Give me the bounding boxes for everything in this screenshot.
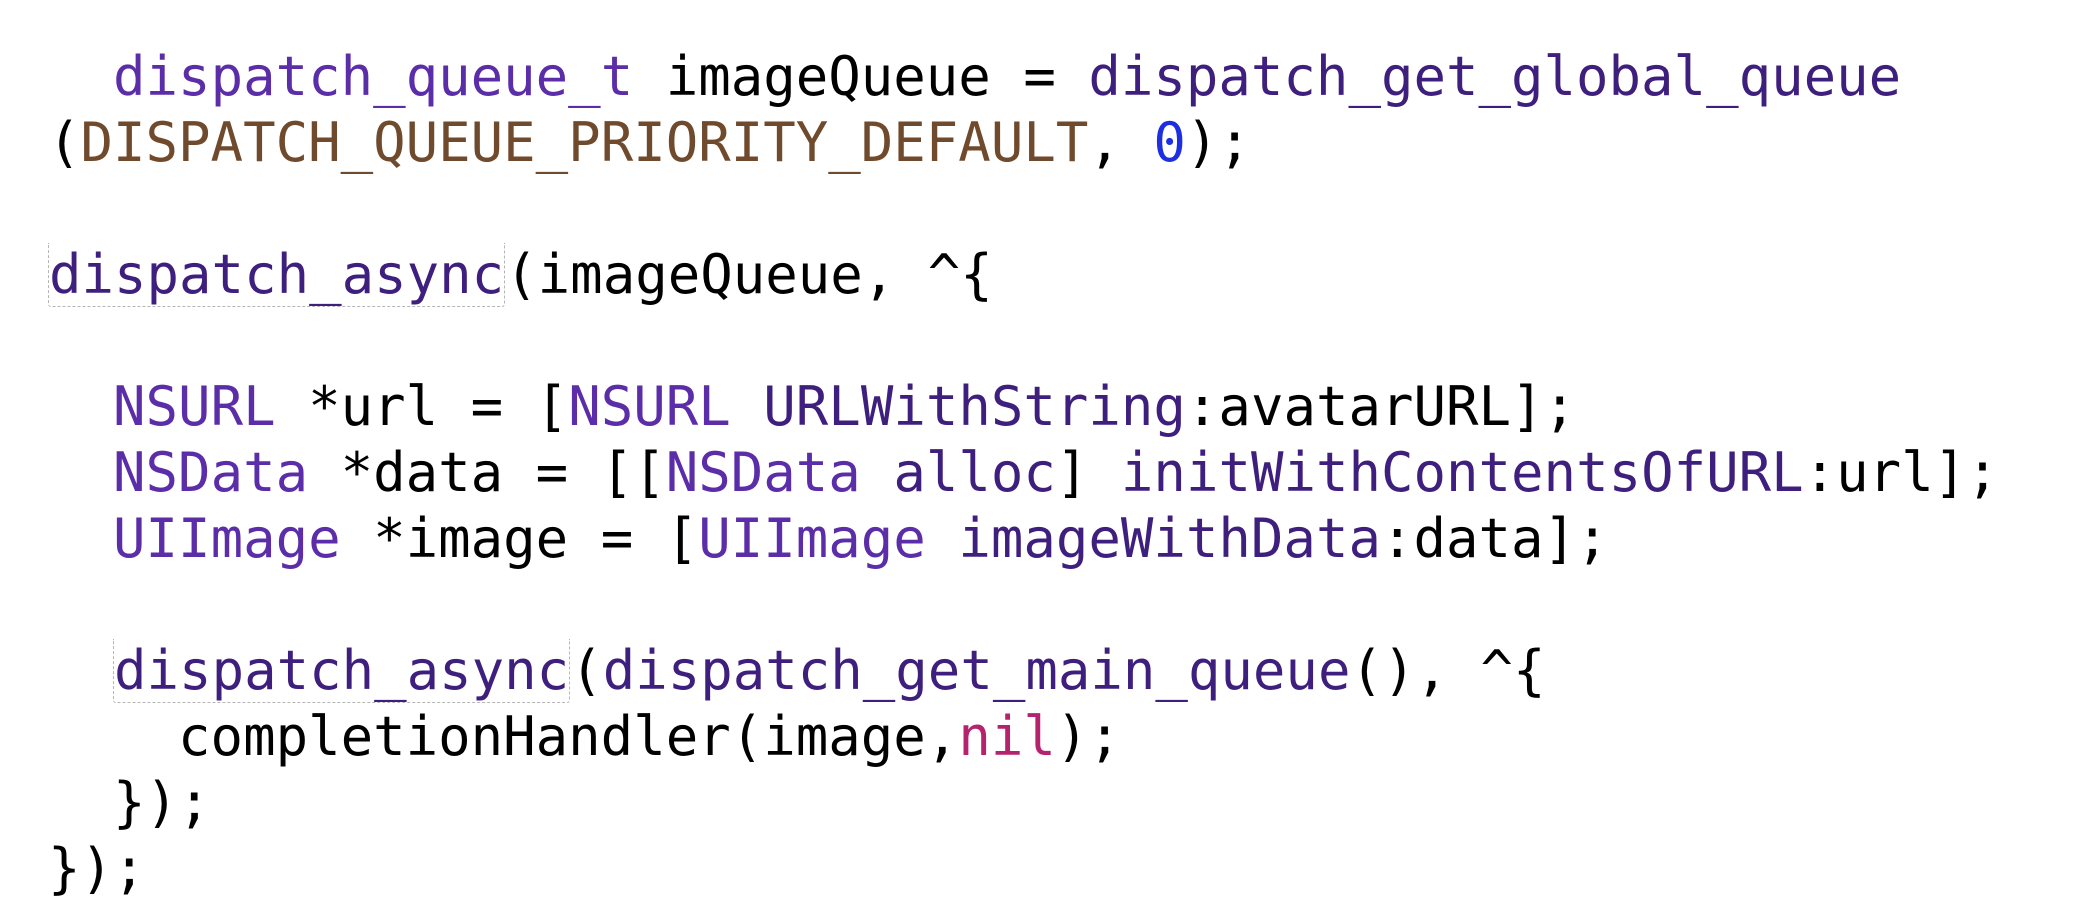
code-line: });	[48, 770, 1999, 836]
code-token-type: NSData	[113, 441, 309, 504]
code-token-function: imageWithData	[958, 507, 1381, 570]
code-token-type: UIImage	[113, 507, 341, 570]
code-token-plain: );	[1055, 705, 1121, 768]
code-token-plain: :avatarURL];	[1185, 375, 1577, 438]
code-line: dispatch_async(imageQueue, ^{	[48, 242, 1999, 308]
code-line: dispatch_async(dispatch_get_main_queue()…	[48, 638, 1999, 704]
code-token-plain: (	[48, 111, 81, 174]
code-token-plain: (), ^{	[1350, 639, 1546, 702]
code-block[interactable]: dispatch_queue_t imageQueue = dispatch_g…	[48, 44, 1999, 902]
code-token-plain: });	[48, 837, 146, 900]
code-token-function: dispatch_get_global_queue	[1088, 45, 1902, 108]
code-token-plain: :url];	[1803, 441, 1999, 504]
code-token-number: 0	[1153, 111, 1186, 174]
code-token-plain: *data = [[	[308, 441, 666, 504]
code-token-plain: ,	[1088, 111, 1154, 174]
code-line: completionHandler(image,nil);	[48, 704, 1999, 770]
code-token-function: alloc	[893, 441, 1056, 504]
code-editor[interactable]: dispatch_queue_t imageQueue = dispatch_g…	[0, 0, 2098, 906]
code-token-function: dispatch_async	[113, 639, 571, 703]
code-token-plain: );	[1185, 111, 1251, 174]
code-line: NSURL *url = [NSURL URLWithString:avatar…	[48, 374, 1999, 440]
code-token-function: dispatch_async	[48, 243, 506, 307]
code-token-function: initWithContentsOfURL	[1120, 441, 1804, 504]
code-line: NSData *data = [[NSData alloc] initWithC…	[48, 440, 1999, 506]
code-token-type: NSURL	[568, 375, 731, 438]
code-token-plain: *url = [	[275, 375, 569, 438]
code-token-type: NSURL	[113, 375, 276, 438]
code-token-macro: DISPATCH_QUEUE_PRIORITY_DEFAULT	[80, 111, 1089, 174]
code-token-function: dispatch_get_main_queue	[602, 639, 1351, 702]
code-token-plain: *image = [	[340, 507, 699, 570]
code-token-keyword: nil	[958, 705, 1056, 768]
code-line: dispatch_queue_t imageQueue = dispatch_g…	[48, 44, 1999, 110]
code-token-plain: (imageQueue, ^{	[505, 243, 993, 306]
code-token-plain: (	[570, 639, 603, 702]
code-token-plain: completionHandler(image,	[48, 705, 959, 768]
code-line: });	[48, 836, 1999, 902]
code-token-type: NSData	[665, 441, 861, 504]
code-token-type: dispatch_queue_t	[113, 45, 634, 108]
code-line: (DISPATCH_QUEUE_PRIORITY_DEFAULT, 0);	[48, 110, 1999, 176]
code-token-plain: :data];	[1380, 507, 1609, 570]
code-token-plain: imageQueue =	[633, 45, 1089, 108]
code-token-type: UIImage	[698, 507, 926, 570]
code-line: UIImage *image = [UIImage imageWithData:…	[48, 506, 1999, 572]
code-token-plain: ]	[1055, 441, 1121, 504]
code-token-function: URLWithString	[763, 375, 1186, 438]
code-token-plain: });	[48, 771, 211, 834]
